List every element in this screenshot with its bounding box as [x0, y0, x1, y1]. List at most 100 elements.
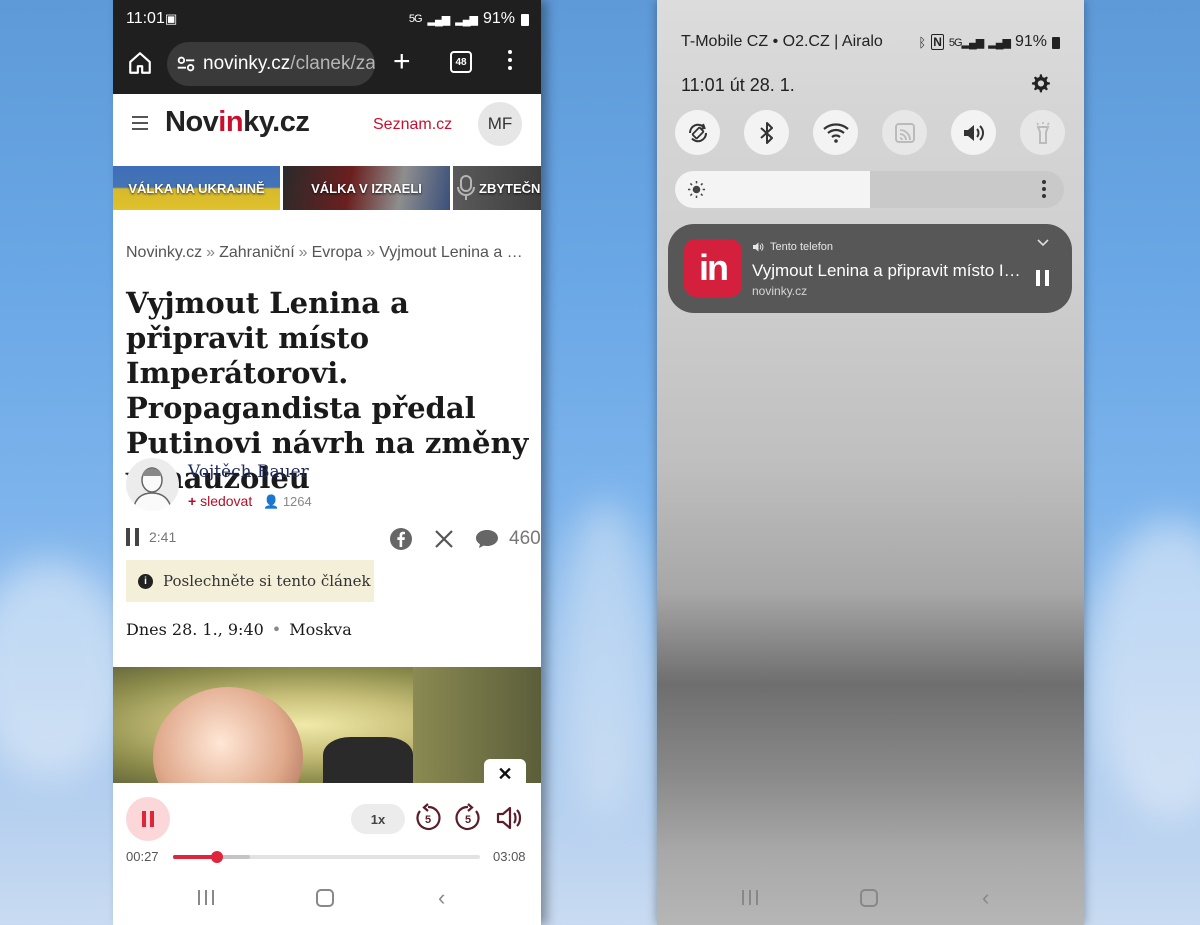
microphone-icon — [457, 175, 475, 200]
info-icon: i — [138, 573, 153, 589]
tab-switcher-button[interactable]: 48 — [450, 51, 472, 73]
bluetooth-icon: ᛒ — [918, 34, 927, 50]
user-avatar[interactable]: MF — [478, 102, 522, 146]
url-host: novinky.cz — [203, 53, 291, 74]
media-output-label: Tento telefon — [770, 241, 833, 253]
recents-icon[interactable] — [742, 890, 758, 905]
topic-ukraine[interactable]: VÁLKA NA UKRAJINĚ — [113, 166, 280, 210]
background-cloud — [1090, 520, 1200, 820]
site-header: Novinky.cz Seznam.cz MF — [113, 94, 541, 154]
cast-icon: ▣ — [165, 11, 178, 26]
android-nav-bar: ‹ — [113, 869, 541, 925]
breadcrumb-section[interactable]: Zahraniční — [219, 244, 295, 261]
followers-count: 👤 1264 — [263, 494, 312, 509]
elapsed-time: 00:27 — [126, 849, 159, 864]
inline-audio[interactable]: 2:41 — [126, 528, 176, 546]
home-nav-icon[interactable] — [860, 889, 878, 907]
home-icon[interactable] — [127, 50, 153, 76]
new-tab-icon[interactable]: + — [393, 47, 411, 77]
speaker-icon — [753, 242, 764, 252]
rewind-5-icon[interactable]: 5 — [413, 803, 443, 833]
article-location: Moskva — [289, 620, 352, 639]
breadcrumb-subsection[interactable]: Evropa — [312, 244, 363, 261]
facebook-icon[interactable] — [389, 527, 413, 551]
playback-speed-button[interactable]: 1x — [351, 804, 405, 834]
volume-icon[interactable] — [494, 803, 524, 833]
hamburger-menu-icon[interactable] — [132, 116, 148, 134]
novinky-app-icon: in — [684, 239, 742, 297]
media-pause-button[interactable] — [1036, 270, 1049, 286]
media-notification[interactable]: in Tento telefon Vyjmout Lenina a připra… — [668, 224, 1072, 313]
topic-label: ZBYTEČNÁ — [479, 180, 541, 196]
topic-strip: VÁLKA NA UKRAJINĚ VÁLKA V IZRAELI ZBYTEČ… — [113, 166, 541, 210]
carrier-label: T-Mobile CZ • O2.CZ | Airalo — [681, 33, 883, 50]
signal-icon: ▂▄▆ — [427, 13, 451, 26]
article-title: Vyjmout Lenina a připravit místo Imperát… — [126, 286, 529, 495]
progress-slider[interactable] — [173, 851, 480, 863]
total-time: 03:08 — [493, 849, 526, 864]
qs-sound[interactable] — [951, 110, 996, 155]
person-icon — [132, 467, 173, 511]
settings-gear-icon[interactable] — [1029, 73, 1051, 95]
back-icon[interactable]: ‹ — [982, 885, 989, 911]
brightness-more-icon[interactable] — [1042, 180, 1046, 201]
status-bar: 11:01 ▣ 5G ▂▄▆ ▂▄▆ 91% — [113, 0, 541, 38]
breadcrumb-home[interactable]: Novinky.cz — [126, 244, 202, 261]
flashlight-icon — [1035, 121, 1050, 144]
recents-icon[interactable] — [198, 890, 214, 905]
follow-button[interactable]: + sledovat — [188, 493, 252, 509]
status-time: 11:01 — [126, 10, 165, 27]
browser-phone-screen: 11:01 ▣ 5G ▂▄▆ ▂▄▆ 91% novinky.cz/clanek… — [113, 0, 541, 925]
topic-podcast[interactable]: ZBYTEČNÁ — [453, 166, 541, 210]
qs-flashlight[interactable] — [1020, 110, 1065, 155]
qs-cast[interactable] — [882, 110, 927, 155]
home-nav-icon[interactable] — [316, 889, 334, 907]
network-type: 5G — [408, 13, 423, 25]
qs-auto-rotate[interactable] — [675, 110, 720, 155]
address-bar[interactable]: novinky.cz/clanek/zal — [167, 42, 375, 86]
url-path: /clanek/zal — [290, 53, 375, 74]
x-icon[interactable] — [433, 528, 455, 550]
battery-level: 91% — [1014, 33, 1047, 50]
background-cloud — [560, 500, 650, 820]
person-icon: 👤 — [263, 494, 280, 509]
background-cloud — [0, 560, 130, 780]
pause-icon[interactable] — [126, 528, 139, 546]
article-dateline: Dnes 28. 1., 9:40 • Moskva — [126, 620, 352, 639]
brightness-icon — [687, 180, 706, 199]
author-name[interactable]: Vojtěch Bauer — [188, 462, 309, 482]
listen-tip-text: Poslechněte si tento článek — [163, 572, 371, 590]
breadcrumb: Novinky.cz» Zahraniční» Evropa» Vyjmout Len… — [126, 244, 526, 262]
topic-israel[interactable]: VÁLKA V IZRAELI — [283, 166, 450, 210]
nfc-icon: N — [931, 34, 944, 50]
site-settings-icon[interactable] — [175, 53, 197, 75]
player-pause-button[interactable] — [126, 797, 170, 841]
comment-icon[interactable] — [475, 528, 499, 550]
wifi-icon — [822, 122, 849, 143]
author-avatar[interactable] — [126, 458, 179, 511]
cast-icon — [894, 122, 915, 143]
article-date: Dnes 28. 1., 9:40 — [126, 620, 264, 639]
bluetooth-icon — [759, 121, 773, 144]
audio-duration: 2:41 — [149, 529, 177, 545]
shade-date-time: 11:01 út 28. 1. — [681, 75, 795, 95]
site-logo[interactable]: Novinky.cz — [165, 106, 310, 139]
seznam-link[interactable]: Seznam.cz — [373, 116, 452, 134]
brightness-slider[interactable] — [675, 171, 1064, 208]
qs-bluetooth[interactable] — [744, 110, 789, 155]
forward-seconds: 5 — [465, 814, 471, 826]
comment-count[interactable]: 460 — [509, 528, 541, 550]
auto-rotate-icon — [688, 123, 707, 142]
forward-5-icon[interactable]: 5 — [453, 803, 483, 833]
back-icon[interactable]: ‹ — [438, 885, 445, 911]
progress-knob[interactable] — [211, 851, 224, 863]
qs-wifi[interactable] — [813, 110, 858, 155]
media-output[interactable]: Tento telefon — [752, 241, 833, 253]
signal-icon: 5G▂▄▆ — [948, 36, 984, 49]
chevron-down-icon[interactable] — [1037, 239, 1049, 247]
media-title: Vyjmout Lenina a připravit místo Imperát… — [752, 261, 1022, 280]
signal-icon: ▂▄▆ — [455, 13, 478, 26]
overflow-menu-icon[interactable] — [508, 50, 514, 74]
article-image — [113, 667, 541, 783]
battery-icon — [1052, 37, 1060, 49]
